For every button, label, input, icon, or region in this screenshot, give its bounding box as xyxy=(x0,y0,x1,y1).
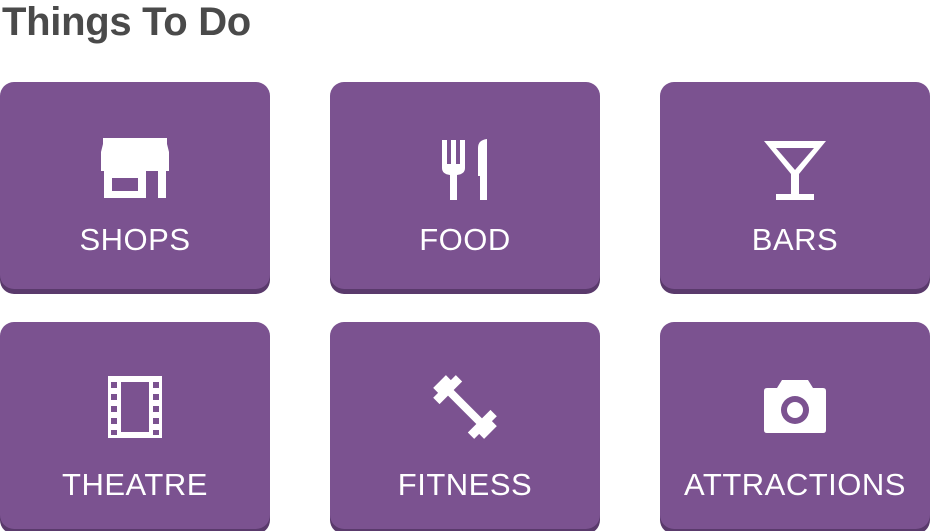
theatre-tile[interactable]: THEATRE xyxy=(0,322,270,529)
bars-tile[interactable]: BARS xyxy=(660,82,930,289)
attractions-tile[interactable]: ATTRACTIONS xyxy=(660,322,930,529)
tile-label: ATTRACTIONS xyxy=(684,467,906,502)
tile-label: FITNESS xyxy=(397,467,533,502)
food-tile[interactable]: FOOD xyxy=(330,82,600,289)
storefront-icon xyxy=(100,138,170,204)
shops-tile[interactable]: SHOPS xyxy=(0,82,270,289)
tile-label: FOOD xyxy=(419,222,511,257)
cocktail-glass-icon xyxy=(760,138,830,204)
tile-label: SHOPS xyxy=(79,222,191,257)
fitness-tile[interactable]: FITNESS xyxy=(330,322,600,529)
dumbbell-icon xyxy=(430,374,500,440)
page-title: Things To Do xyxy=(2,0,251,44)
tile-label: THEATRE xyxy=(62,467,208,502)
tile-label: BARS xyxy=(751,222,839,257)
fork-knife-icon xyxy=(430,138,500,204)
film-strip-icon xyxy=(100,374,170,440)
camera-icon xyxy=(760,374,830,440)
